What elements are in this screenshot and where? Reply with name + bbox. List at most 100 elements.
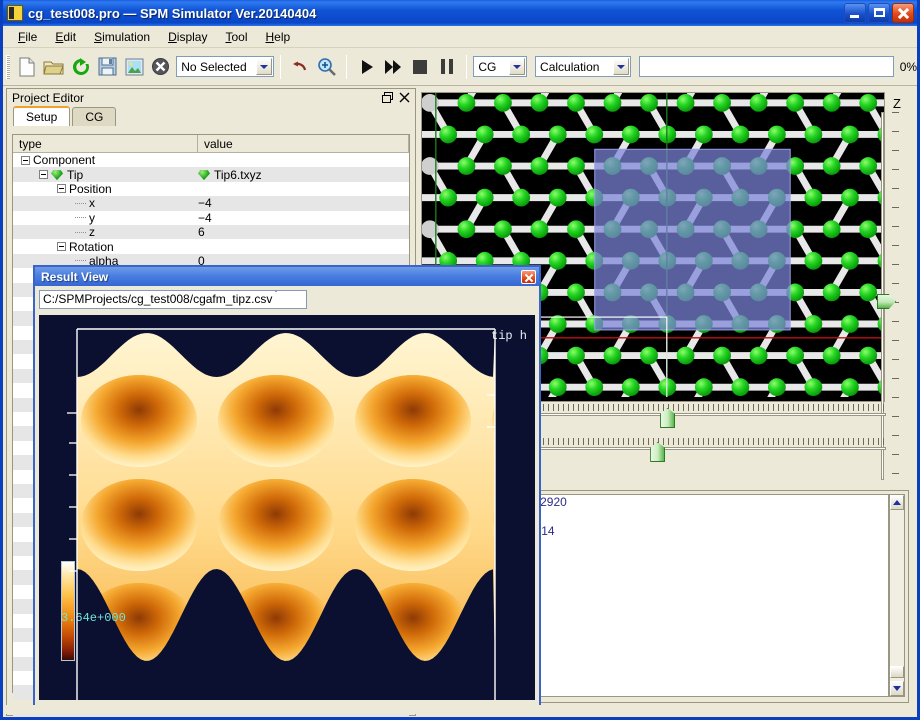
atom: [767, 125, 786, 144]
title-bar: cg_test008.pro — SPM Simulator Ver.20140…: [3, 0, 917, 26]
table-row[interactable]: x −4: [13, 196, 409, 211]
tree-node-value-text: −4: [198, 196, 212, 211]
result-file-combo[interactable]: C:/SPMProjects/cg_test008/cgafm_tipz.csv: [39, 289, 307, 309]
atom: [621, 378, 640, 397]
save-icon[interactable]: [94, 53, 121, 81]
maximize-button[interactable]: [868, 3, 890, 23]
table-row[interactable]: Position: [13, 182, 409, 196]
surface-pit: [81, 375, 197, 467]
tree-node-value[interactable]: −4: [198, 211, 409, 225]
afm-surface-plot: [39, 315, 535, 700]
slider-1-thumb[interactable]: [660, 408, 676, 428]
undo-icon[interactable]: [287, 53, 314, 81]
atom: [512, 188, 531, 207]
minimize-button[interactable]: [844, 3, 866, 23]
slider-2-track[interactable]: [538, 447, 886, 450]
stop-button[interactable]: [407, 53, 434, 81]
chevron-down-icon[interactable]: [255, 58, 272, 75]
menu-help[interactable]: Help: [256, 27, 299, 47]
atom: [841, 125, 859, 144]
selection-combo[interactable]: No Selected: [176, 56, 274, 77]
tree-node-label: y: [89, 210, 95, 225]
tab-cg[interactable]: CG: [72, 107, 117, 126]
surface-pit: [218, 375, 334, 467]
atom: [548, 378, 567, 397]
result-view-pathbar: C:/SPMProjects/cg_test008/cgafm_tipz.csv: [35, 286, 539, 312]
play-button[interactable]: [353, 53, 380, 81]
atom: [822, 93, 841, 112]
table-row[interactable]: z6: [13, 224, 409, 240]
pause-button[interactable]: [434, 53, 461, 81]
result-plot-canvas[interactable]: tip h 3.64e+000 3.62e+000: [39, 315, 535, 700]
table-row[interactable]: Component: [13, 153, 409, 167]
tree-node-value[interactable]: [198, 182, 409, 196]
task-combo[interactable]: Calculation: [535, 56, 631, 77]
toolbar-separator: [279, 54, 281, 79]
tree-node-value[interactable]: 6: [198, 225, 409, 239]
tree-node-value[interactable]: [198, 239, 409, 253]
menu-tool[interactable]: Tool: [216, 27, 256, 47]
atom: [713, 93, 731, 112]
atom: [439, 125, 458, 144]
application-window: cg_test008.pro — SPM Simulator Ver.20140…: [0, 0, 920, 720]
result-file-path: C:/SPMProjects/cg_test008/cgafm_tipz.csv: [43, 292, 273, 306]
console-scrollbar[interactable]: [889, 494, 905, 697]
zoom-in-icon[interactable]: [314, 53, 341, 81]
image-icon[interactable]: [121, 53, 148, 81]
open-folder-icon[interactable]: [41, 53, 68, 81]
chevron-down-icon[interactable]: [272, 292, 280, 306]
delete-icon[interactable]: [148, 53, 175, 81]
close-icon[interactable]: [399, 92, 410, 103]
table-row[interactable]: Rotation: [13, 239, 409, 254]
tree-node-value[interactable]: [198, 153, 409, 167]
atom: [804, 125, 823, 144]
slider-2-thumb[interactable]: [650, 442, 666, 462]
result-view-close-button[interactable]: [521, 269, 536, 284]
tree-expand-toggle[interactable]: [57, 184, 66, 194]
menu-display[interactable]: Display: [159, 27, 216, 47]
atom: [567, 157, 585, 175]
atom: [621, 125, 640, 144]
tree-node-type: Component: [13, 153, 198, 167]
horizontal-slider-1[interactable]: [538, 404, 886, 438]
horizontal-slider-2[interactable]: [538, 438, 886, 472]
toolbar-grip[interactable]: [6, 54, 10, 79]
atom: [713, 346, 731, 365]
column-header-value: value: [198, 135, 409, 152]
result-view-titlebar[interactable]: Result View: [35, 267, 539, 286]
table-row[interactable]: Tip Tip6.txyz: [13, 167, 409, 182]
scroll-down-icon[interactable]: [890, 681, 904, 696]
scrollbar-thumb[interactable]: [890, 666, 904, 678]
task-combo-value: Calculation: [540, 59, 600, 74]
chevron-down-icon[interactable]: [612, 58, 629, 75]
tree-expand-toggle[interactable]: [57, 242, 66, 252]
new-file-icon[interactable]: [14, 53, 41, 81]
scroll-up-icon[interactable]: [890, 495, 904, 510]
close-button[interactable]: [892, 3, 914, 23]
slider-1-track[interactable]: [538, 413, 886, 416]
menu-simulation[interactable]: Simulation: [85, 27, 159, 47]
selection-region[interactable]: [594, 148, 791, 331]
chevron-down-icon[interactable]: [509, 58, 526, 75]
atom: [804, 251, 823, 270]
float-icon[interactable]: [382, 92, 393, 103]
atom: [804, 315, 823, 333]
surface-pit: [218, 479, 334, 571]
reload-icon[interactable]: [67, 53, 94, 81]
tree-expand-toggle[interactable]: [21, 155, 30, 165]
atom: [731, 378, 750, 397]
tree-expand-toggle[interactable]: [39, 170, 48, 180]
table-row[interactable]: y −4: [13, 211, 409, 225]
tree-node-value[interactable]: −4: [198, 196, 409, 210]
menu-edit[interactable]: Edit: [46, 27, 85, 47]
atom: [676, 346, 695, 365]
menu-bar: FFileile Edit Simulation Display Tool He…: [3, 26, 917, 48]
project-file-icon: [7, 5, 23, 21]
fast-forward-button[interactable]: [380, 53, 407, 81]
mode-combo[interactable]: CG: [473, 56, 528, 77]
atom: [530, 220, 549, 239]
tree-node-value[interactable]: Tip6.txyz: [198, 167, 409, 182]
menu-file[interactable]: FFileile: [9, 27, 46, 47]
tab-setup[interactable]: Setup: [13, 106, 71, 126]
atom: [859, 346, 878, 365]
